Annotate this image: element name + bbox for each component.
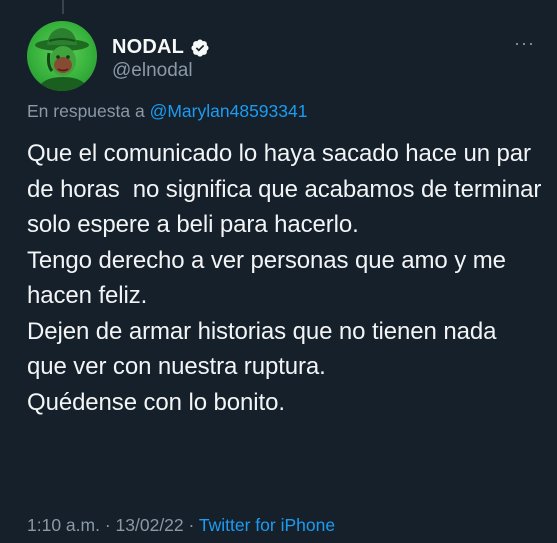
tweet-text-line: Dejen de armar historias que no tienen n… xyxy=(27,317,503,381)
tweet-text-line: Quédense con lo bonito. xyxy=(27,388,285,416)
thread-connector-line xyxy=(62,0,64,14)
tweet-body: Que el comunicado lo haya sacado hace un… xyxy=(27,136,542,420)
avatar-cowboy-icon xyxy=(35,28,89,91)
verified-badge-icon xyxy=(191,38,209,57)
meta-separator: · xyxy=(99,515,116,535)
tweet-card: NODAL @elnodal ··· En respuesta a @Maryl… xyxy=(0,0,557,543)
author-name-row[interactable]: NODAL xyxy=(112,36,210,59)
tweet-text-line: Tengo derecho a ver personas que amo y m… xyxy=(27,246,513,310)
reply-context-prefix: En respuesta a xyxy=(27,101,145,121)
reply-context: En respuesta a @Marylan48593341 xyxy=(27,101,307,122)
more-options-icon[interactable]: ··· xyxy=(514,34,535,52)
tweet-time[interactable]: 1:10 a.m. xyxy=(27,515,100,535)
tweet-date[interactable]: 13/02/22 xyxy=(116,515,184,535)
author-display-name[interactable]: NODAL xyxy=(112,36,184,59)
meta-separator: · xyxy=(183,515,199,535)
reply-mention-link[interactable]: @Marylan48593341 xyxy=(150,101,308,121)
tweet-text-line: Que el comunicado lo haya sacado hace un… xyxy=(27,140,548,238)
author-handle[interactable]: @elnodal xyxy=(112,60,193,82)
tweet-metadata: 1:10 a.m. · 13/02/22 · Twitter for iPhon… xyxy=(27,515,335,536)
avatar[interactable] xyxy=(27,21,97,91)
tweet-source-link[interactable]: Twitter for iPhone xyxy=(199,515,335,535)
